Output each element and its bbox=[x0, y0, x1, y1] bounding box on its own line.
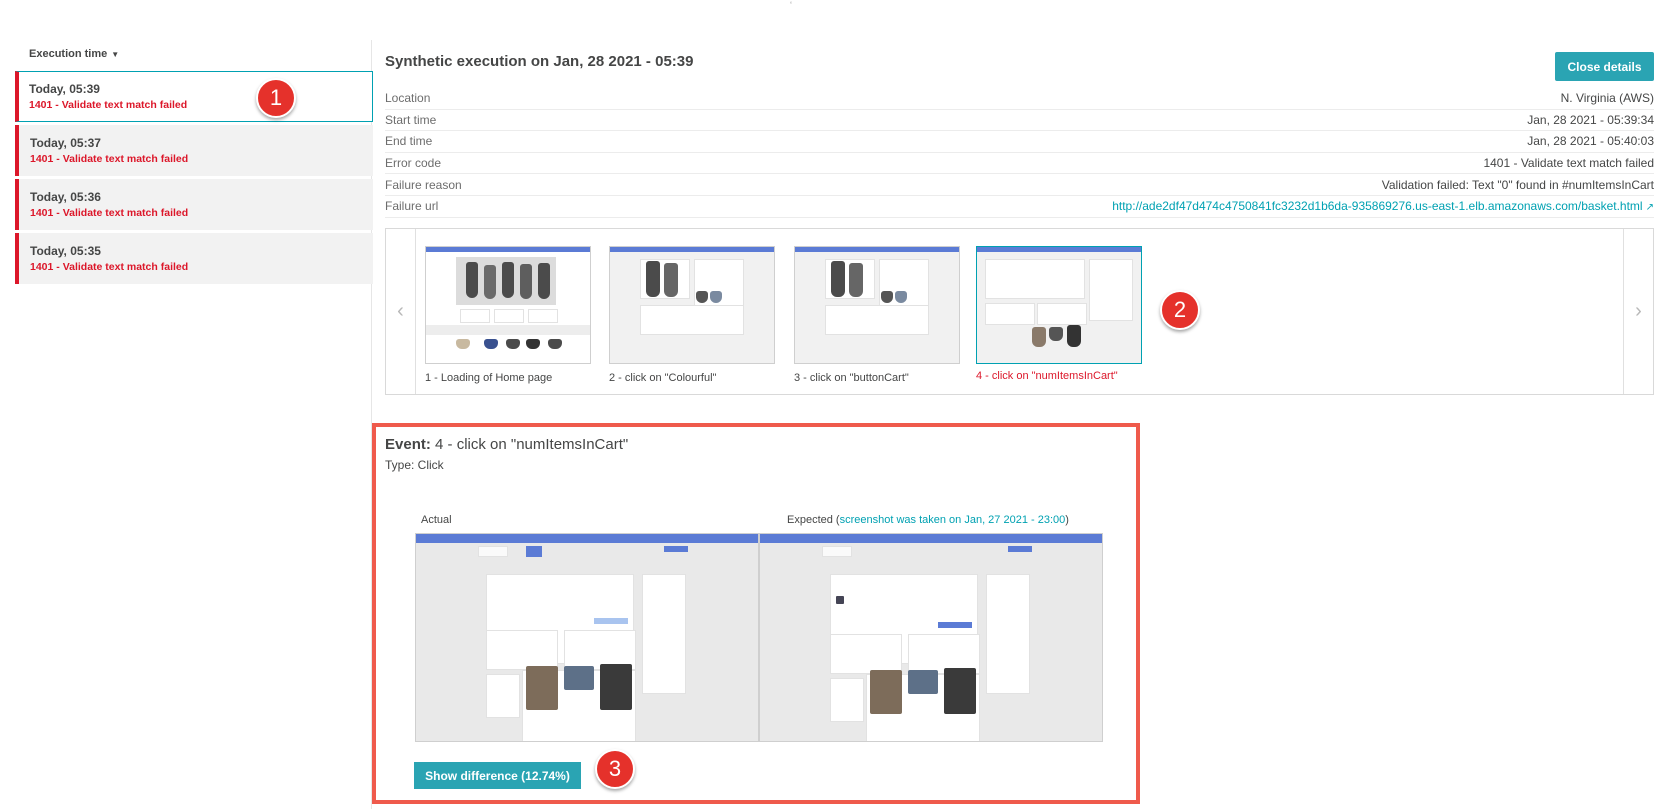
execution-info-table: Location N. Virginia (AWS) Start time Ja… bbox=[385, 88, 1654, 218]
callout-badge-1: 1 bbox=[256, 78, 296, 118]
expected-screenshot bbox=[759, 533, 1103, 742]
callout-badge-3: 3 bbox=[595, 749, 635, 789]
expected-screenshot-link[interactable]: screenshot was taken on Jan, 27 2021 - 2… bbox=[840, 514, 1066, 526]
step-thumbnail-selected[interactable]: 4 - click on "numItemsInCart" bbox=[976, 246, 1142, 382]
expected-label-suffix: ) bbox=[1065, 514, 1069, 526]
step-screenshot-buttoncart bbox=[794, 246, 960, 364]
execution-time: Today, 05:37 bbox=[30, 136, 101, 150]
execution-error: 1401 - Validate text match failed bbox=[30, 153, 189, 165]
caret-down-icon: ▼ bbox=[111, 49, 120, 59]
sort-label: Execution time bbox=[29, 48, 108, 60]
info-key: Failure reason bbox=[385, 177, 462, 192]
chevron-right-icon: › bbox=[1635, 300, 1642, 322]
execution-item[interactable]: Today, 05:35 1401 - Validate text match … bbox=[15, 233, 373, 284]
carousel-next-button[interactable]: › bbox=[1623, 229, 1653, 394]
chevron-left-icon: ‹ bbox=[397, 300, 404, 322]
execution-list-panel: Execution time ▼ Today, 05:39 1401 - Val… bbox=[15, 40, 373, 809]
event-title: Event: 4 - click on "numItemsInCart" bbox=[385, 436, 628, 453]
close-details-button[interactable]: Close details bbox=[1555, 52, 1654, 81]
execution-item[interactable]: Today, 05:37 1401 - Validate text match … bbox=[15, 125, 373, 176]
page-title: Synthetic execution on Jan, 28 2021 - 05… bbox=[385, 53, 694, 70]
step-screenshot-numitemsincart bbox=[976, 246, 1142, 364]
execution-error: 1401 - Validate text match failed bbox=[29, 99, 188, 111]
execution-item[interactable]: Today, 05:39 1401 - Validate text match … bbox=[15, 71, 373, 122]
screenshot-carousel: ‹ › 1 - Loading of Home page 2 - click o… bbox=[385, 228, 1654, 395]
expected-label-prefix: Expected ( bbox=[787, 514, 840, 526]
failure-url-text: http://ade2df47d474c4750841fc3232d1b6da-… bbox=[1112, 199, 1643, 214]
event-name: 4 - click on "numItemsInCart" bbox=[435, 436, 629, 453]
external-link-icon: ↗ bbox=[1645, 202, 1654, 214]
step-thumbnail[interactable]: 3 - click on "buttonCart" bbox=[794, 246, 960, 384]
info-key: Error code bbox=[385, 156, 442, 171]
info-row-start-time: Start time Jan, 28 2021 - 05:39:34 bbox=[385, 110, 1654, 132]
step-caption: 3 - click on "buttonCart" bbox=[794, 372, 909, 384]
info-row-location: Location N. Virginia (AWS) bbox=[385, 88, 1654, 110]
info-value: N. Virginia (AWS) bbox=[1560, 91, 1654, 106]
step-thumbnail[interactable]: 1 - Loading of Home page bbox=[425, 246, 591, 384]
step-caption: 4 - click on "numItemsInCart" bbox=[976, 370, 1118, 382]
info-key: Failure url bbox=[385, 199, 439, 214]
execution-item[interactable]: Today, 05:36 1401 - Validate text match … bbox=[15, 179, 373, 230]
callout-badge-2: 2 bbox=[1160, 290, 1200, 330]
expected-label: Expected (screenshot was taken on Jan, 2… bbox=[787, 514, 1069, 526]
info-value: Validation failed: Text "0" found in #nu… bbox=[1381, 177, 1654, 192]
top-edge-mark: ‘ bbox=[790, 0, 792, 10]
info-key: Location bbox=[385, 91, 431, 106]
actual-screenshot bbox=[415, 533, 759, 742]
execution-time: Today, 05:36 bbox=[30, 190, 101, 204]
step-thumbnail[interactable]: 2 - click on "Colourful" bbox=[609, 246, 775, 384]
show-difference-button[interactable]: Show difference (12.74%) bbox=[414, 762, 581, 789]
info-row-failure-reason: Failure reason Validation failed: Text "… bbox=[385, 174, 1654, 196]
event-comparison-panel: Event: 4 - click on "numItemsInCart" Typ… bbox=[372, 423, 1140, 804]
carousel-prev-button[interactable]: ‹ bbox=[386, 229, 416, 394]
event-type: Type: Click bbox=[385, 458, 444, 472]
execution-time: Today, 05:39 bbox=[29, 82, 100, 96]
info-key: End time bbox=[385, 134, 433, 149]
actual-label: Actual bbox=[421, 514, 452, 526]
info-row-error-code: Error code 1401 - Validate text match fa… bbox=[385, 153, 1654, 175]
failure-url-link[interactable]: http://ade2df47d474c4750841fc3232d1b6da-… bbox=[1112, 199, 1654, 213]
info-value: Jan, 28 2021 - 05:40:03 bbox=[1527, 134, 1654, 149]
sort-execution-time[interactable]: Execution time ▼ bbox=[29, 48, 119, 60]
execution-time: Today, 05:35 bbox=[30, 244, 101, 258]
execution-error: 1401 - Validate text match failed bbox=[30, 207, 189, 219]
step-screenshot-colourful bbox=[609, 246, 775, 364]
step-caption: 1 - Loading of Home page bbox=[425, 372, 553, 384]
execution-list: Today, 05:39 1401 - Validate text match … bbox=[15, 71, 373, 287]
info-key: Start time bbox=[385, 112, 437, 127]
info-row-end-time: End time Jan, 28 2021 - 05:40:03 bbox=[385, 131, 1654, 153]
info-value: Jan, 28 2021 - 05:39:34 bbox=[1527, 112, 1654, 127]
execution-error: 1401 - Validate text match failed bbox=[30, 261, 189, 273]
step-screenshot-home bbox=[425, 246, 591, 364]
step-caption: 2 - click on "Colourful" bbox=[609, 372, 717, 384]
info-value: 1401 - Validate text match failed bbox=[1483, 156, 1654, 171]
event-label: Event: bbox=[385, 436, 431, 453]
info-row-failure-url: Failure url http://ade2df47d474c4750841f… bbox=[385, 196, 1654, 218]
